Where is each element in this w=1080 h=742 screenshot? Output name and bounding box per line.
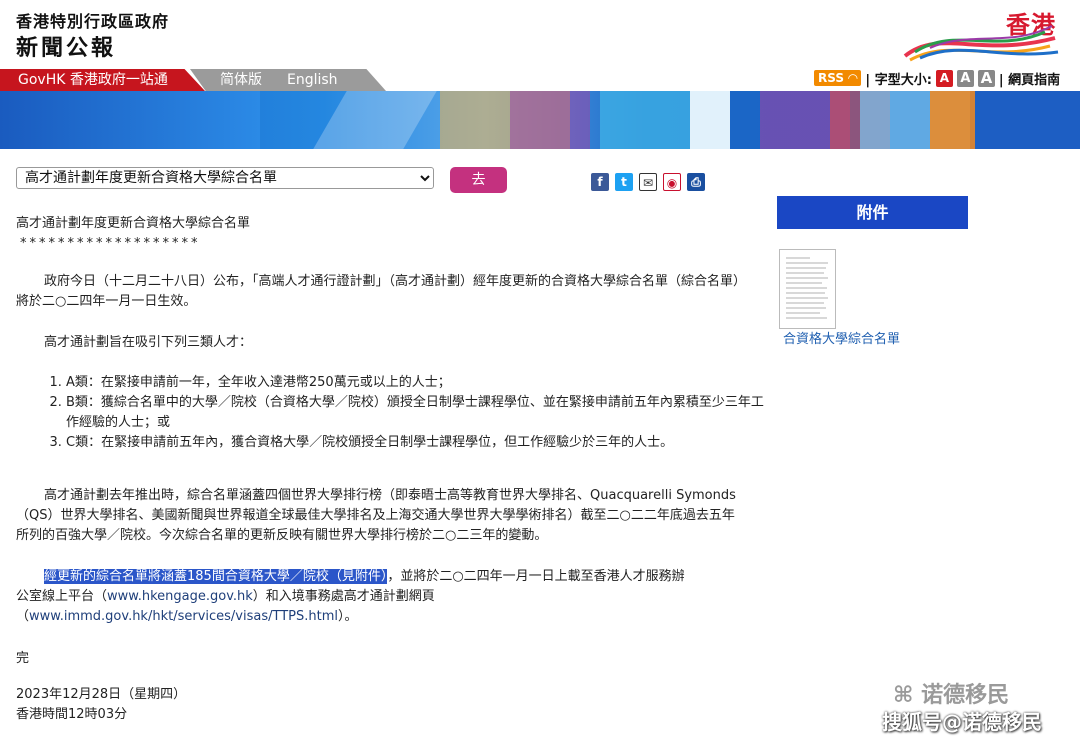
govhk-link[interactable]: GovHK 香港政府一站通 bbox=[0, 69, 205, 91]
twitter-share-icon[interactable]: t bbox=[615, 173, 633, 191]
paragraph-text: 公室線上平台（ bbox=[16, 589, 108, 604]
hkengage-link[interactable]: www.hkengage.gov.hk bbox=[107, 589, 253, 604]
site-guide-link[interactable]: | 網頁指南 bbox=[999, 69, 1060, 88]
rss-button[interactable]: RSS ◠ bbox=[814, 70, 862, 86]
go-button[interactable]: 去 bbox=[450, 167, 507, 193]
watermark-sohu: 搜狐号@诺德移民 bbox=[882, 710, 1042, 734]
paragraph-update-line1: 經更新的綜合名單將涵蓋185間合資格大學／院校（見附件），並將於二○二四年一月一… bbox=[44, 567, 685, 587]
attachment-thumbnail[interactable] bbox=[779, 249, 836, 329]
paragraph-text: （ bbox=[16, 609, 30, 624]
font-size-label: | 字型大小: bbox=[865, 72, 932, 88]
font-medium-button[interactable]: A bbox=[956, 69, 974, 87]
paragraph-categories-intro: 高才通計劃旨在吸引下列三類人才： bbox=[44, 335, 253, 350]
publish-date: 2023年12月28日（星期四） bbox=[16, 687, 187, 702]
font-large-button[interactable]: A bbox=[977, 69, 995, 87]
talent-category-list: A類：在緊接申請前一年，全年收入達港幣250萬元或以上的人士； B類：獲綜合名單… bbox=[48, 373, 766, 453]
list-item: C類：在緊接申請前五年內，獲合資格大學／院校頒授全日制學士課程學位，但工作經驗少… bbox=[66, 433, 766, 453]
paragraph-background: 高才通計劃去年推出時，綜合名單涵蓋四個世界大學排行榜（即泰晤士高等教育世界大學排… bbox=[16, 488, 736, 543]
paragraph-update-line2: 公室線上平台（www.hkengage.gov.hk）和入境事務處高才通計劃網頁 bbox=[16, 587, 435, 607]
article-select[interactable]: 高才通計劃年度更新合資格大學綜合名單 bbox=[16, 167, 434, 189]
article-heading: 高才通計劃年度更新合資格大學綜合名單 bbox=[16, 216, 251, 231]
paragraph-update-line3: （www.immd.gov.hk/hkt/services/visas/TTPS… bbox=[16, 607, 358, 627]
wechat-icon: ⌘ bbox=[893, 683, 922, 708]
paragraph-intro: 政府今日（十二月二十八日）公布，「高端人才通行證計劃」（高才通計劃）經年度更新的… bbox=[16, 274, 747, 309]
email-share-icon[interactable]: ✉ bbox=[639, 173, 657, 191]
end-mark: 完 bbox=[16, 651, 30, 666]
highlighted-text: 經更新的綜合名單將涵蓋185間合資格大學／院校（見附件） bbox=[44, 569, 388, 584]
facebook-share-icon[interactable]: f bbox=[591, 173, 609, 191]
watermark-text: ⌘ 诺德移民 bbox=[893, 683, 1010, 708]
font-small-button[interactable]: A bbox=[935, 69, 953, 87]
attachment-header: 附件 bbox=[777, 196, 968, 229]
list-item: A類：在緊接申請前一年，全年收入達港幣250萬元或以上的人士； bbox=[66, 373, 766, 393]
paragraph-text: ，並將於二○二四年一月一日上載至香港人才服務辦 bbox=[387, 569, 685, 584]
rss-icon: ◠ bbox=[848, 71, 858, 85]
site-title-line2[interactable]: 新聞公報 bbox=[16, 30, 116, 62]
attachment-link[interactable]: 合資格大學綜合名單 bbox=[783, 328, 900, 347]
list-item: B類：獲綜合名單中的大學／院校（合資格大學／院校）頒授全日制學士課程學位、並在緊… bbox=[66, 393, 766, 433]
banner-image bbox=[0, 91, 1080, 149]
site-title-line1: 香港特別行政區政府 bbox=[16, 12, 170, 31]
paragraph-text: ）。 bbox=[338, 609, 358, 624]
weibo-share-icon[interactable]: ◉ bbox=[663, 173, 681, 191]
english-link[interactable]: English bbox=[287, 69, 338, 91]
simplified-chinese-link[interactable]: 简体版 bbox=[220, 69, 262, 91]
paragraph-text: ）和入境事務處高才通計劃網頁 bbox=[252, 589, 435, 604]
print-icon[interactable]: ⎙ bbox=[687, 173, 705, 191]
article-separator: ******************* bbox=[20, 236, 201, 251]
immd-ttps-link[interactable]: www.immd.gov.hk/hkt/services/visas/TTPS.… bbox=[29, 609, 338, 624]
brand-ribbon-icon bbox=[903, 25, 1059, 62]
publish-time: 香港時間12時03分 bbox=[16, 707, 128, 722]
toolbar: RSS ◠ | 字型大小: A A A | 網頁指南 bbox=[814, 67, 1060, 89]
language-tab: 简体版 English bbox=[190, 69, 386, 91]
